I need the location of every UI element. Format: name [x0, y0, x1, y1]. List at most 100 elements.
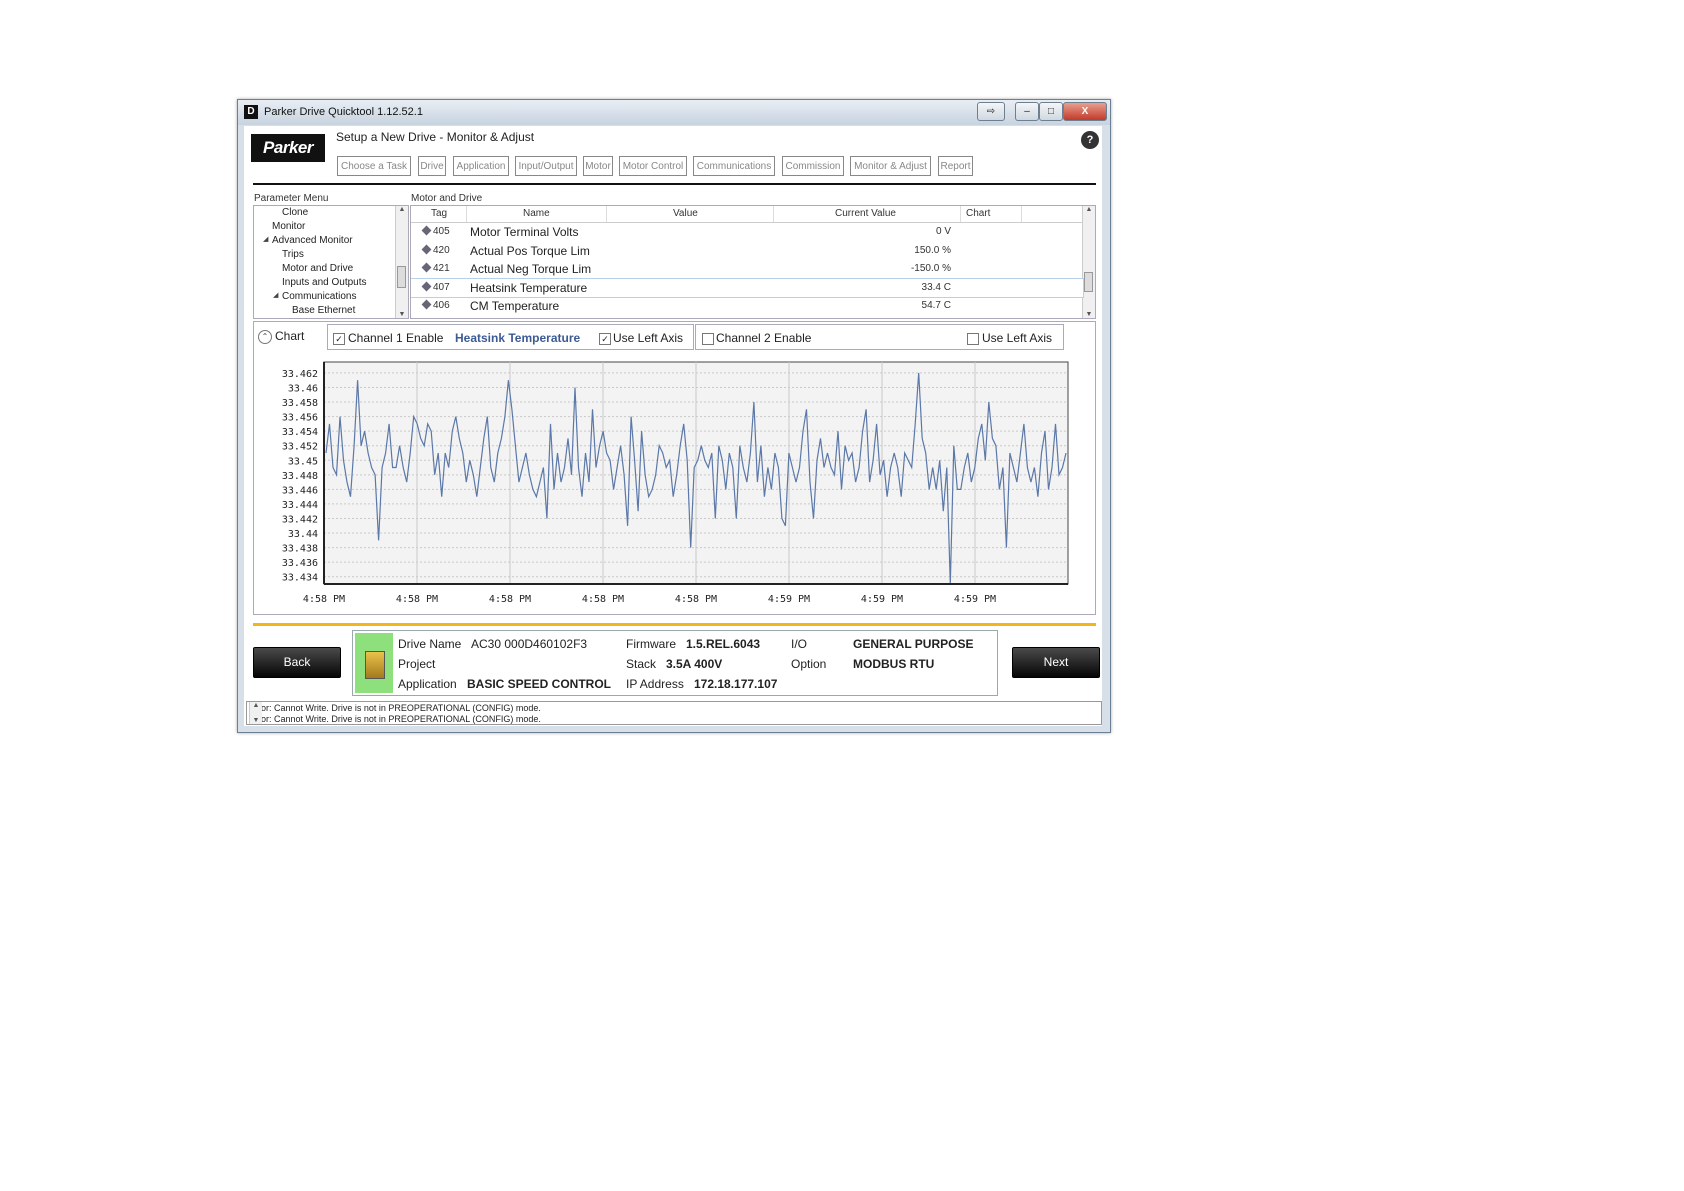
- tab-motor[interactable]: Motor: [583, 156, 613, 176]
- scroll-up-icon[interactable]: ▲: [250, 702, 262, 709]
- table-row[interactable]: 405 Motor Terminal Volts 0 V: [411, 223, 1083, 241]
- y-tick-label: 33.46: [288, 383, 318, 394]
- option-label: Option: [791, 657, 827, 671]
- param-current-value: 0 V: [935, 226, 951, 237]
- scroll-down-icon[interactable]: ▼: [396, 311, 408, 318]
- tree-item-label: Base Ethernet: [292, 305, 356, 316]
- tab-communications[interactable]: Communications: [693, 156, 775, 176]
- tree-item[interactable]: Motor and Drive: [282, 263, 353, 274]
- log-scrollbar[interactable]: ▲ ▼: [249, 702, 262, 724]
- channel2-enable-checkbox[interactable]: [702, 333, 714, 345]
- table-row[interactable]: 407 Heatsink Temperature 33.4 C: [411, 277, 1084, 298]
- param-tag: 420: [421, 244, 450, 256]
- table-scrollbar[interactable]: ▲ ▼: [1082, 206, 1095, 318]
- param-current-value: 33.4 C: [921, 281, 951, 293]
- expand-arrow-icon[interactable]: ◢: [273, 291, 278, 299]
- param-tag: 405: [421, 225, 450, 237]
- x-tick-label: 4:58 PM: [675, 594, 717, 605]
- x-tick-label: 4:59 PM: [768, 594, 810, 605]
- col-value[interactable]: Value: [673, 208, 698, 219]
- col-chart[interactable]: Chart: [966, 208, 990, 219]
- expand-arrow-icon[interactable]: ◢: [263, 235, 268, 243]
- tree-scrollbar[interactable]: ▲ ▼: [395, 206, 408, 318]
- y-tick-label: 33.446: [282, 485, 318, 496]
- log-line: Error: Cannot Write. Drive is not in PRE…: [249, 714, 541, 724]
- tab-choose-a-task[interactable]: Choose a Task: [337, 156, 411, 176]
- table-header: Tag Name Value Current Value Chart: [411, 206, 1083, 223]
- parameter-menu-label: Parameter Menu: [254, 193, 329, 204]
- col-name[interactable]: Name: [523, 208, 550, 219]
- tree-item-label: Trips: [282, 249, 304, 260]
- tree-item[interactable]: Trips: [282, 249, 304, 260]
- message-log[interactable]: Error: Cannot Write. Drive is not in PRE…: [246, 701, 1102, 725]
- chart-panel: ⌃ Chart ✓ Channel 1 Enable Heatsink Temp…: [253, 321, 1096, 615]
- restore-icon[interactable]: ⇨: [977, 102, 1005, 121]
- back-button[interactable]: Back: [253, 647, 341, 678]
- param-tag-value: 405: [433, 226, 450, 237]
- col-tag[interactable]: Tag: [431, 208, 447, 219]
- param-name: Actual Pos Torque Lim: [470, 243, 590, 258]
- table-row[interactable]: 421 Actual Neg Torque Lim -150.0 %: [411, 260, 1083, 278]
- channel1-group: ✓ Channel 1 Enable Heatsink Temperature …: [327, 324, 694, 350]
- y-tick-label: 33.444: [282, 500, 318, 511]
- y-tick-label: 33.44: [288, 529, 318, 540]
- channel1-left-axis-checkbox[interactable]: ✓: [599, 333, 611, 345]
- table-scroll-thumb[interactable]: [1084, 272, 1093, 292]
- channel1-parameter[interactable]: Heatsink Temperature: [455, 331, 580, 345]
- parameter-menu-tree[interactable]: ▲ ▼ Clone Monitor ◢ Advanced Monitor Trips Mo…: [253, 205, 409, 319]
- drive-info-panel: Drive Name AC30 000D460102F3 Project App…: [352, 630, 998, 696]
- firmware-label: Firmware: [626, 637, 676, 651]
- x-tick-label: 4:59 PM: [861, 594, 903, 605]
- collapse-icon[interactable]: ⌃: [258, 330, 272, 344]
- maximize-button[interactable]: □: [1039, 102, 1063, 121]
- channel2-group: Channel 2 Enable Use Left Axis: [695, 324, 1064, 350]
- channel2-left-axis-checkbox[interactable]: [967, 333, 979, 345]
- help-icon[interactable]: ?: [1081, 131, 1099, 149]
- title-bar[interactable]: D Parker Drive Quicktool 1.12.52.1 ⇨ – □…: [238, 100, 1110, 125]
- tab-drive[interactable]: Drive: [418, 156, 446, 176]
- io-label: I/O: [791, 637, 808, 651]
- y-tick-label: 33.442: [282, 514, 318, 525]
- param-current-value: 150.0 %: [914, 244, 951, 256]
- ip-address-value: 172.18.177.107: [694, 677, 778, 691]
- table-row[interactable]: 406 CM Temperature 54.7 C: [411, 297, 1083, 315]
- tree-item-label: Clone: [282, 207, 309, 218]
- channel1-enable-checkbox[interactable]: ✓: [333, 333, 345, 345]
- col-current-value[interactable]: Current Value: [835, 208, 896, 219]
- scroll-up-icon[interactable]: ▲: [396, 206, 408, 213]
- next-button[interactable]: Next: [1012, 647, 1100, 678]
- tab-monitor-adjust[interactable]: Monitor & Adjust: [850, 156, 931, 176]
- tree-item[interactable]: Inputs and Outputs: [282, 277, 367, 288]
- scroll-up-icon[interactable]: ▲: [1083, 206, 1095, 213]
- parameter-table: Tag Name Value Current Value Chart ▲ ▼ 4…: [410, 205, 1096, 319]
- tree-item[interactable]: Clone: [282, 207, 308, 218]
- y-tick-label: 33.434: [282, 573, 318, 584]
- scroll-down-icon[interactable]: ▼: [1083, 311, 1095, 318]
- tree-item[interactable]: Base Ethernet: [292, 305, 355, 316]
- tree-item[interactable]: ◢ Communications: [273, 291, 356, 302]
- x-tick-label: 4:59 PM: [954, 594, 996, 605]
- param-tag-value: 406: [433, 300, 450, 312]
- y-tick-label: 33.45: [288, 456, 318, 467]
- param-tag: 421: [421, 262, 450, 274]
- tab-input-output[interactable]: Input/Output: [515, 156, 577, 176]
- channel2-enable-label: Channel 2 Enable: [716, 331, 812, 345]
- x-tick-label: 4:58 PM: [489, 594, 531, 605]
- tree-item-label: Motor and Drive: [282, 263, 354, 274]
- tree-item[interactable]: Monitor: [272, 221, 305, 232]
- tab-commission[interactable]: Commission: [782, 156, 844, 176]
- tab-application[interactable]: Application: [453, 156, 509, 176]
- y-tick-label: 33.452: [282, 442, 318, 453]
- tree-item[interactable]: ◢ Advanced Monitor: [263, 235, 353, 246]
- channel1-enable-label: Channel 1 Enable: [348, 331, 444, 345]
- close-button[interactable]: X: [1063, 102, 1107, 121]
- tree-scroll-thumb[interactable]: [397, 266, 406, 288]
- scroll-down-icon[interactable]: ▼: [250, 717, 262, 724]
- window-title: Parker Drive Quicktool 1.12.52.1: [264, 106, 423, 118]
- project-label: Project: [398, 657, 436, 671]
- minimize-button[interactable]: –: [1015, 102, 1039, 121]
- y-tick-label: 33.436: [282, 558, 318, 569]
- table-row[interactable]: 420 Actual Pos Torque Lim 150.0 %: [411, 242, 1083, 260]
- tab-motor-control[interactable]: Motor Control: [619, 156, 687, 176]
- tab-report[interactable]: Report: [938, 156, 973, 176]
